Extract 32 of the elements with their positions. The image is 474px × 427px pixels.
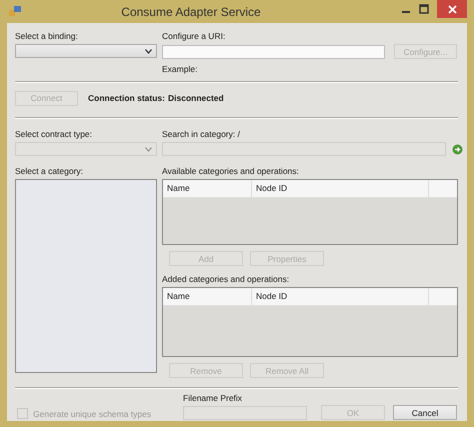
added-label: Added categories and operations: xyxy=(162,274,290,285)
cancel-button[interactable]: Cancel xyxy=(393,405,457,420)
category-label: Select a category: xyxy=(15,166,84,177)
go-icon[interactable] xyxy=(452,144,463,154)
column-header[interactable]: Name xyxy=(163,288,252,305)
search-label: Search in category: / xyxy=(162,129,241,140)
binding-label: Select a binding: xyxy=(15,31,79,42)
close-button[interactable] xyxy=(437,0,467,18)
app-icon xyxy=(9,6,21,17)
maximize-icon[interactable] xyxy=(419,4,429,14)
available-table[interactable]: Name Node ID xyxy=(162,179,458,245)
uri-label: Configure a URI: xyxy=(162,31,226,42)
binding-dropdown[interactable] xyxy=(15,44,157,58)
status-value: Disconnected xyxy=(168,93,224,103)
category-list[interactable] xyxy=(15,179,157,373)
contract-type-label: Select contract type: xyxy=(15,129,94,140)
chevron-icon xyxy=(145,146,152,152)
column-header[interactable]: Node ID xyxy=(252,288,429,305)
uri-field[interactable] xyxy=(162,44,385,58)
column-header[interactable]: Name xyxy=(163,180,252,197)
column-header[interactable]: Node ID xyxy=(252,180,429,197)
search-field[interactable] xyxy=(162,142,446,156)
chevron-icon xyxy=(145,48,152,54)
filename-prefix-label: Filename Prefix xyxy=(183,393,244,404)
example-label: Example: xyxy=(162,64,198,75)
window-title: Consume Adapter Service xyxy=(120,4,262,18)
available-label: Available categories and operations: xyxy=(162,166,300,177)
filename-prefix-field[interactable] xyxy=(183,406,307,420)
added-table[interactable]: Name Node ID xyxy=(162,287,458,357)
status-label: Connection status: xyxy=(88,93,165,103)
close-icon xyxy=(448,4,456,14)
checkbox-label: Generate unique schema types xyxy=(33,408,152,418)
